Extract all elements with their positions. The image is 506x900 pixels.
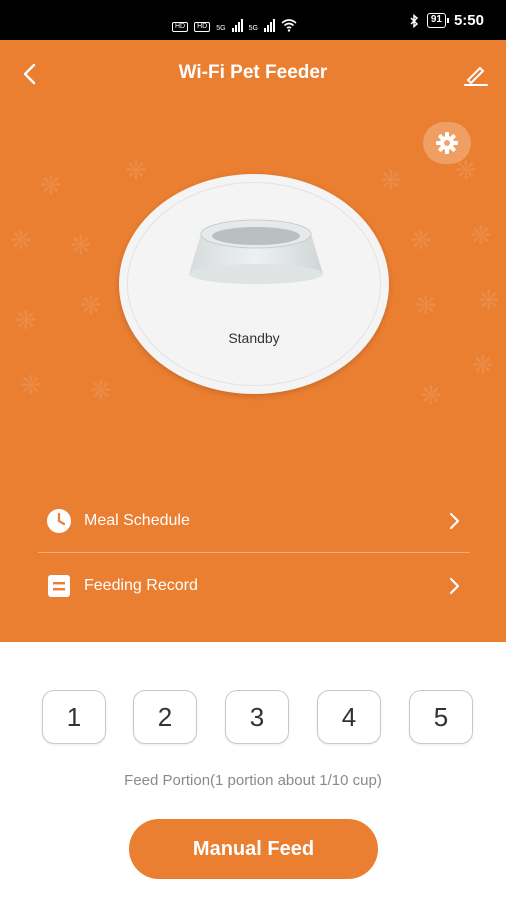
feeding-record-row[interactable]: Feeding Record [38, 555, 470, 617]
chevron-right-icon [449, 577, 460, 595]
settings-button[interactable] [423, 122, 471, 164]
menu-divider [38, 552, 470, 553]
paw-pattern-icon: ❋ [90, 375, 112, 405]
signal-icon [263, 18, 275, 32]
paw-pattern-icon: ❋ [125, 155, 147, 185]
paw-pattern-icon: ❋ [40, 170, 62, 200]
wifi-icon [281, 19, 297, 32]
paw-pattern-icon: ❋ [80, 290, 102, 320]
paw-pattern-icon: ❋ [15, 305, 37, 335]
status-left: HD HD 5G 5G [172, 12, 297, 32]
network-label: 5G [216, 25, 226, 32]
paw-pattern-icon: ❋ [478, 285, 500, 315]
edit-button[interactable] [462, 60, 490, 88]
device-panel: ❋ ❋ ❋ ❋ ❋ ❋ ❋ ❋ ❋ ❋ ❋ ❋ ❋ ❋ ❋ ❋ Wi-Fi Pe… [0, 40, 506, 642]
clock-time: 5:50 [453, 12, 484, 29]
meal-schedule-row[interactable]: Meal Schedule [38, 490, 470, 552]
paw-pattern-icon: ❋ [380, 165, 402, 195]
manual-feed-button[interactable]: Manual Feed [129, 819, 378, 879]
portion-note: Feed Portion(1 portion about 1/10 cup) [124, 772, 382, 789]
portion-option[interactable]: 3 [225, 690, 289, 744]
pet-bowl-icon [189, 219, 323, 284]
network-label: 5G [248, 25, 258, 32]
status-bar: HD HD 5G 5G 91 5:50 [0, 0, 506, 40]
top-bar: Wi-Fi Pet Feeder [0, 40, 506, 108]
hd-badge: HD [172, 22, 189, 32]
portion-selector: 1 2 3 4 5 [0, 690, 506, 746]
paw-pattern-icon: ❋ [70, 230, 92, 260]
paw-pattern-icon: ❋ [415, 290, 437, 320]
clock-icon [47, 509, 71, 533]
page-title: Wi-Fi Pet Feeder [178, 62, 328, 83]
signal-icon [231, 18, 243, 32]
status-right: 91 5:50 [409, 12, 484, 29]
paw-pattern-icon: ❋ [472, 350, 494, 380]
portion-option[interactable]: 2 [133, 690, 197, 744]
list-icon [48, 575, 70, 597]
device-status-label: Standby [228, 330, 280, 346]
paw-pattern-icon: ❋ [410, 225, 432, 255]
feeder-status-display: Standby [119, 174, 389, 394]
paw-pattern-icon: ❋ [10, 225, 32, 255]
battery-icon: 91 [426, 13, 450, 28]
portion-option[interactable]: 5 [409, 690, 473, 744]
meal-schedule-label: Meal Schedule [84, 512, 190, 529]
bluetooth-icon [410, 13, 418, 28]
hd-badge: HD [194, 22, 211, 32]
gear-icon [436, 132, 458, 154]
feeding-record-label: Feeding Record [84, 577, 198, 594]
paw-pattern-icon: ❋ [20, 370, 42, 400]
chevron-right-icon [449, 512, 460, 530]
paw-pattern-icon: ❋ [420, 380, 442, 410]
portion-option[interactable]: 1 [42, 690, 106, 744]
portion-option[interactable]: 4 [317, 690, 381, 744]
paw-pattern-icon: ❋ [470, 220, 492, 250]
pencil-icon [464, 66, 488, 86]
